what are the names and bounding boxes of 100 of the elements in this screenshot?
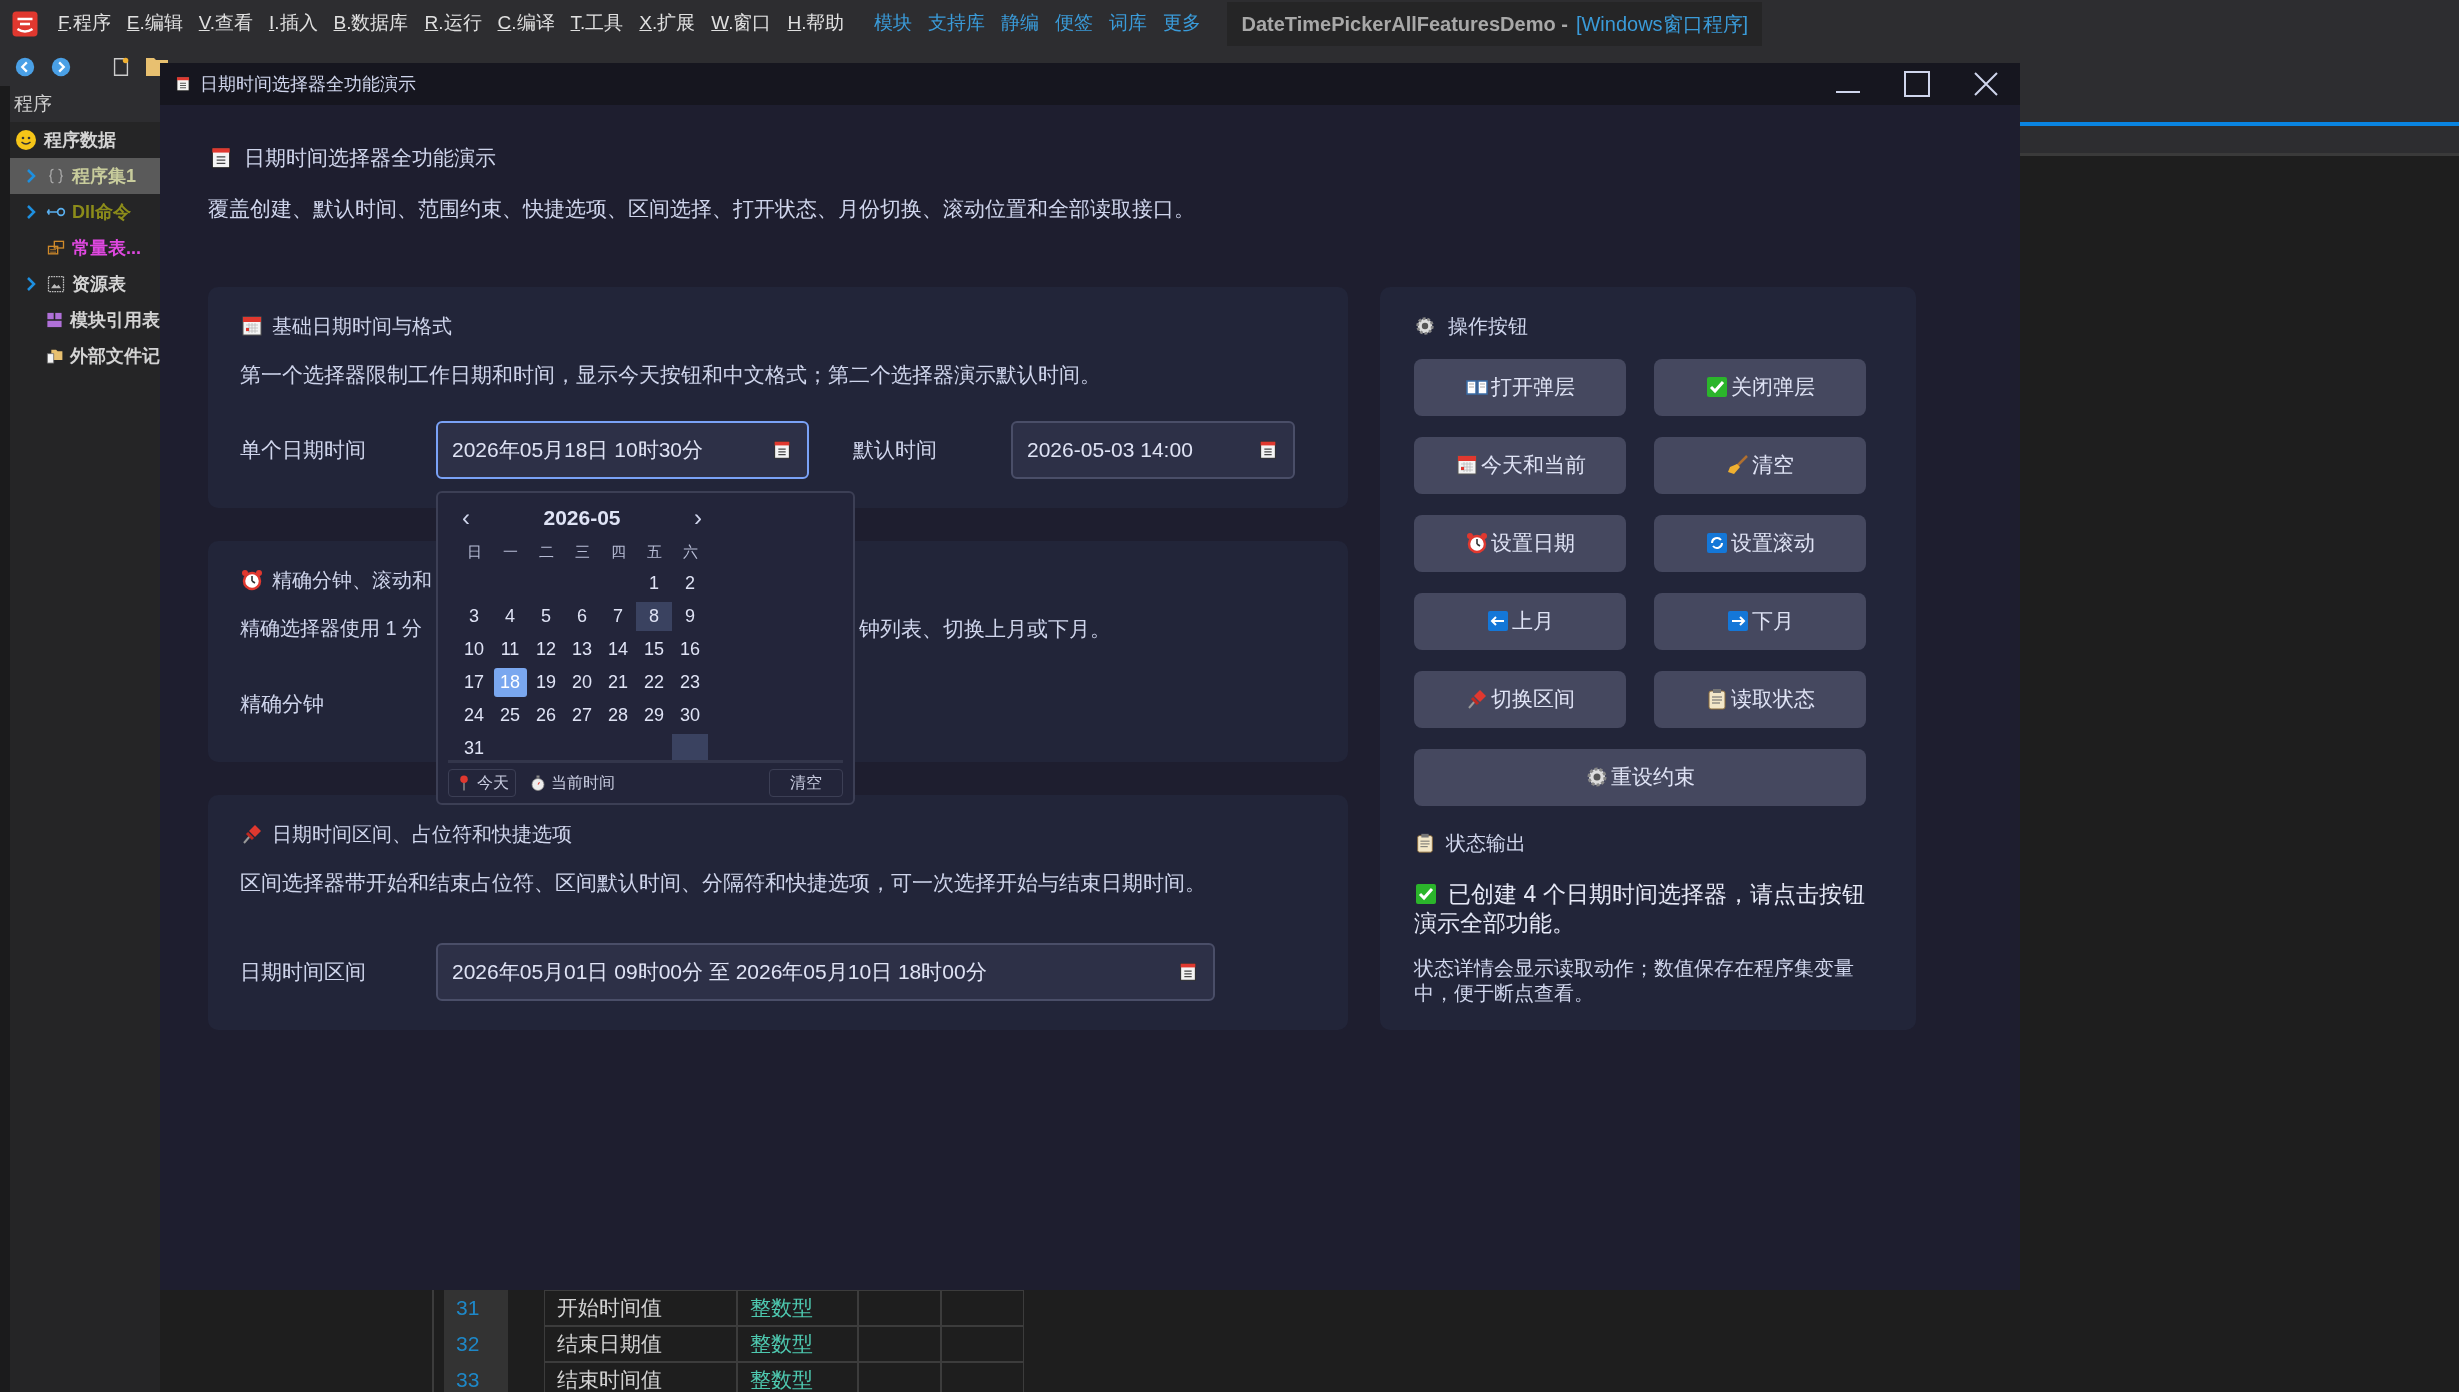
line-number: 31 [455, 1295, 481, 1322]
tree-item-label: 常量表... [72, 236, 141, 260]
menu-item[interactable]: I.插入 [260, 9, 326, 38]
calendar-day[interactable]: 2 [673, 569, 707, 598]
section-title: 操作按钮 [1448, 313, 1528, 339]
menu-item[interactable]: R.运行 [416, 9, 490, 38]
action-button[interactable]: 关闭弹层 [1654, 358, 1866, 416]
calendar-icon [1257, 438, 1279, 461]
menu-item[interactable]: V.查看 [190, 9, 261, 38]
back-icon [14, 55, 36, 78]
calendar-day[interactable]: 15 [637, 635, 671, 664]
tree-item[interactable]: 程序数据 [10, 122, 160, 158]
date-field[interactable]: 2026年05月01日 09时00分 至 2026年05月10日 18时00分 [436, 942, 1215, 1001]
toolbar-link[interactable]: 模块 [866, 9, 921, 38]
calendar-day[interactable]: 8 [636, 602, 672, 631]
calendar-day[interactable]: 14 [601, 635, 635, 664]
tree-item[interactable]: Dll命令 [10, 194, 160, 230]
calendar-day[interactable]: 28 [601, 701, 635, 730]
tree-item[interactable]: 程序集1 [10, 158, 160, 194]
calendar-day[interactable]: 27 [565, 701, 599, 730]
toolbar-link[interactable]: 更多 [1155, 9, 1210, 38]
action-button[interactable]: 设置日期 [1414, 514, 1626, 572]
calendar-day[interactable]: 16 [673, 635, 707, 664]
calendar-day[interactable]: 17 [457, 668, 491, 697]
menu-item[interactable]: B.数据库 [325, 9, 417, 38]
calendar-day[interactable]: 12 [529, 635, 563, 664]
action-button[interactable]: 重设约束 [1414, 748, 1866, 806]
table-icon [46, 238, 66, 258]
calendar-day[interactable]: 20 [565, 668, 599, 697]
action-button[interactable]: 打开弹层 [1414, 358, 1626, 416]
gear-icon [1414, 314, 1436, 337]
calendar-day[interactable]: 4 [493, 602, 527, 631]
section-title: 状态输出 [1446, 830, 1526, 856]
menu-item[interactable]: T.工具 [562, 9, 632, 38]
calendar-day[interactable]: 5 [529, 602, 563, 631]
calendar-day[interactable]: 29 [637, 701, 671, 730]
toolbar-link[interactable]: 支持库 [920, 9, 994, 38]
calendar-day[interactable]: 23 [673, 668, 707, 697]
menu-item[interactable]: E.编辑 [118, 9, 191, 38]
clear-button[interactable]: 清空 [769, 769, 843, 797]
calendar-day[interactable]: 6 [565, 602, 599, 631]
calendar-day[interactable]: 10 [457, 635, 491, 664]
table-cell: 整数型 [737, 1362, 858, 1392]
panel-title: 程序 [10, 86, 160, 122]
menu-item[interactable]: F.程序 [50, 9, 119, 38]
menu-item[interactable]: H.帮助 [779, 9, 853, 38]
calendar-day[interactable]: 13 [565, 635, 599, 664]
tree-item[interactable]: 外部文件记 [10, 338, 160, 374]
table-cell: 开始时间值 [544, 1290, 737, 1326]
calendar-day[interactable]: 31 [457, 734, 491, 763]
action-button[interactable]: 今天和当前 [1414, 436, 1626, 494]
previous-month-button[interactable]: ‹ [456, 506, 476, 530]
weekday-label: 六 [682, 541, 698, 562]
toolbar-link[interactable]: 便签 [1047, 9, 1102, 38]
line-number: 33 [455, 1367, 481, 1392]
menu-item[interactable]: X.扩展 [631, 9, 704, 38]
today-button[interactable]: 今天 [448, 769, 516, 797]
pushpin-icon [1465, 687, 1489, 711]
action-button[interactable]: 切换区间 [1414, 670, 1626, 728]
tree-item[interactable]: 常量表... [10, 230, 160, 266]
calendar-day[interactable]: 21 [601, 668, 635, 697]
gear-icon [1585, 765, 1609, 789]
calendar-day[interactable]: 24 [457, 701, 491, 730]
field-label: 精确分钟 [240, 690, 325, 717]
calendar-day[interactable]: 22 [637, 668, 671, 697]
calendar-day[interactable]: 3 [457, 602, 491, 631]
tree-item[interactable]: 资源表 [10, 266, 160, 302]
section-title: 精确分钟、滚动和 [272, 567, 432, 593]
forward-icon [50, 55, 72, 78]
menu-item[interactable]: W.窗口 [703, 9, 780, 38]
calendar-day[interactable]: 25 [493, 701, 527, 730]
action-button[interactable]: 读取状态 [1654, 670, 1866, 728]
menu-item[interactable]: C.编译 [489, 9, 563, 38]
calendar-icon [174, 75, 192, 93]
calendar-day[interactable]: 30 [673, 701, 707, 730]
weekday-label: 五 [646, 541, 662, 562]
weekday-label: 一 [502, 541, 518, 562]
now-button[interactable]: 当前时间 [522, 769, 622, 797]
calendar-day[interactable]: 9 [673, 602, 707, 631]
status-detail: 状态详情会显示读取动作；数值保存在程序集变量中，便于断点查看。 [1414, 955, 1855, 1006]
section-description: 钟列表、切换上月或下月。 [859, 615, 1111, 642]
chevron-icon [25, 168, 37, 184]
toolbar-link[interactable]: 静编 [993, 9, 1048, 38]
toolbar-link[interactable]: 词库 [1101, 9, 1156, 38]
calendar-day[interactable]: 7 [601, 602, 635, 631]
calendar-day[interactable]: 11 [493, 635, 527, 664]
calendar-day[interactable]: 26 [529, 701, 563, 730]
date-field[interactable]: 2026年05月18日 10时30分 [436, 420, 809, 479]
action-button[interactable]: 清空 [1654, 436, 1866, 494]
image-icon [46, 274, 66, 294]
alarm-clock-icon [240, 567, 264, 592]
calendar-day[interactable]: 19 [529, 668, 563, 697]
action-button[interactable]: 下月 [1654, 592, 1866, 650]
date-field[interactable]: 2026-05-03 14:00 [1011, 420, 1295, 479]
field-label: 单个日期时间 [240, 436, 367, 463]
tree-item[interactable]: 模块引用表 [10, 302, 160, 338]
next-month-button[interactable]: › [688, 506, 708, 530]
action-button[interactable]: 设置滚动 [1654, 514, 1866, 572]
calendar-day[interactable]: 1 [637, 569, 671, 598]
action-button[interactable]: 上月 [1414, 592, 1626, 650]
